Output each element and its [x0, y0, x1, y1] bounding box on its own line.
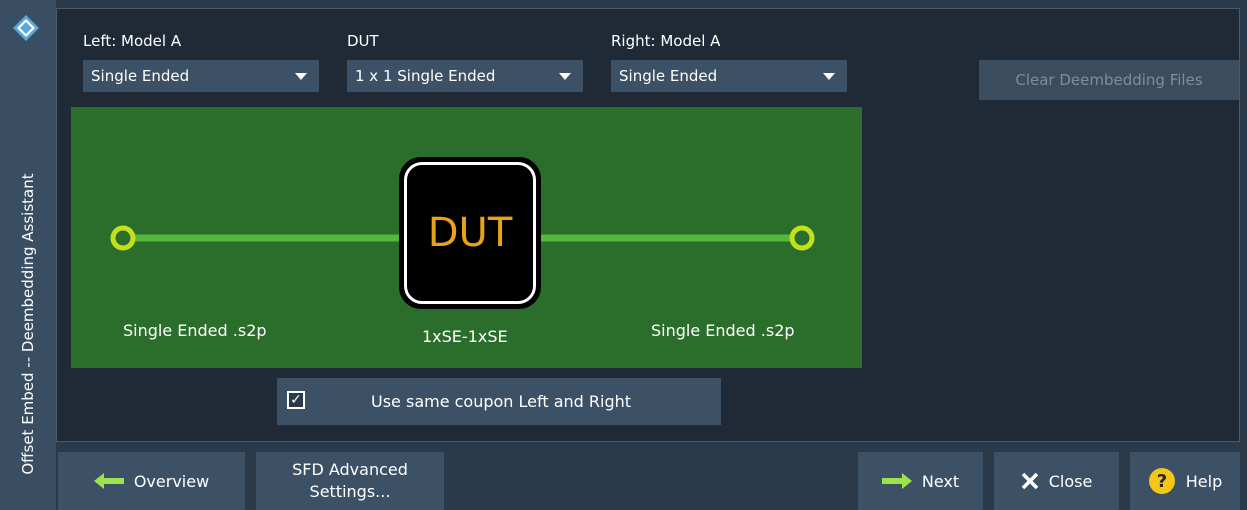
- dut-model-value: 1 x 1 Single Ended: [355, 67, 496, 85]
- chevron-down-icon: [295, 73, 307, 80]
- sfd-label-line1: SFD Advanced: [292, 460, 408, 479]
- sfd-label-line2: Settings...: [309, 482, 391, 501]
- assistant-title: Offset Embed -- Deembedding Assistant: [19, 173, 37, 475]
- dut-config-label: 1xSE-1xSE: [422, 327, 508, 346]
- left-model-dropdown[interactable]: Single Ended: [83, 60, 319, 92]
- arrow-right-icon: [881, 473, 912, 489]
- help-label: Help: [1185, 471, 1223, 491]
- chevron-down-icon: [559, 73, 571, 80]
- overview-label: Overview: [133, 471, 210, 491]
- dut-model-label: DUT: [347, 32, 379, 50]
- close-button[interactable]: Close: [994, 452, 1119, 510]
- overview-button[interactable]: Overview: [58, 452, 245, 510]
- dut-block: DUT: [399, 157, 541, 309]
- svg-text:?: ?: [1157, 471, 1167, 492]
- sfd-advanced-settings-button[interactable]: SFD Advanced Settings...: [256, 452, 444, 510]
- help-button[interactable]: ? Help: [1130, 452, 1240, 510]
- sidebar: Offset Embed -- Deembedding Assistant: [0, 0, 56, 510]
- next-label: Next: [921, 471, 960, 491]
- close-label: Close: [1048, 471, 1093, 491]
- help-icon: ?: [1148, 468, 1175, 494]
- dut-model-dropdown[interactable]: 1 x 1 Single Ended: [347, 60, 583, 92]
- same-coupon-option[interactable]: ✓ Use same coupon Left and Right: [277, 378, 721, 425]
- dut-text: DUT: [404, 162, 536, 304]
- rs-logo-icon: [12, 14, 40, 42]
- right-model-dropdown[interactable]: Single Ended: [611, 60, 847, 92]
- deembedding-diagram: DUT Single Ended .s2p 1xSE-1xSE Single E…: [71, 107, 862, 368]
- same-coupon-checkbox[interactable]: ✓: [287, 391, 305, 409]
- right-port-icon: [789, 225, 815, 251]
- right-model-label: Right: Model A: [611, 32, 721, 50]
- same-coupon-label: Use same coupon Left and Right: [371, 392, 632, 411]
- right-model-value: Single Ended: [619, 67, 718, 85]
- chevron-down-icon: [823, 73, 835, 80]
- arrow-left-icon: [93, 473, 124, 489]
- next-button[interactable]: Next: [858, 452, 983, 510]
- left-port-icon: [110, 225, 136, 251]
- clear-deembedding-files-button[interactable]: Clear Deembedding Files: [979, 60, 1239, 100]
- left-model-value: Single Ended: [91, 67, 190, 85]
- left-model-label: Left: Model A: [83, 32, 182, 50]
- right-file-label: Single Ended .s2p: [651, 321, 795, 340]
- close-icon: [1021, 472, 1038, 490]
- left-file-label: Single Ended .s2p: [123, 321, 267, 340]
